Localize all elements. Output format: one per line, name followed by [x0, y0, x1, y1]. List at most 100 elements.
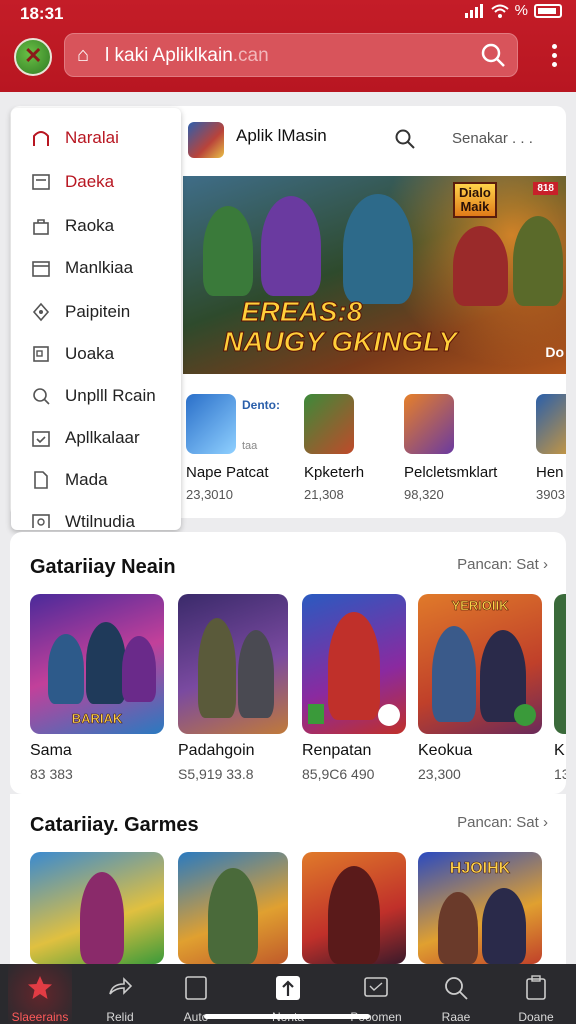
- search-bar[interactable]: ⌂ l kaki Apliklkain.can: [64, 33, 518, 77]
- game-tile-art: [302, 852, 406, 964]
- section-title: Gatariiay Neain: [30, 556, 176, 578]
- calendar-check-icon: [32, 431, 50, 447]
- game-tile[interactable]: BARIAK Sama 83 383: [30, 594, 164, 782]
- mini-app[interactable]: Dento: taa Nape Patcat 23,3010: [186, 394, 296, 502]
- nav-label: Raae: [441, 1010, 471, 1024]
- game-tile[interactable]: [178, 852, 288, 964]
- store-more-link[interactable]: Senakar . . .: [452, 130, 533, 147]
- hero-figure: [453, 226, 508, 306]
- share-icon: [109, 977, 133, 995]
- search-icon[interactable]: [479, 41, 507, 69]
- mini-app[interactable]: Pelcletsmklart 98,320: [404, 394, 514, 502]
- app-header: 18:31 % ⌂ l kaki Apliklkain.can: [0, 0, 576, 92]
- chevron-right-icon: ›: [543, 814, 548, 831]
- mini-app-icon: [186, 394, 236, 454]
- nav-item-clipboard[interactable]: Doane: [496, 964, 576, 1024]
- app-logo[interactable]: [14, 38, 52, 76]
- featured-banner[interactable]: Dialo Maik 818 EREAS:8 NAUGY GKINGLY Do: [183, 176, 566, 374]
- nav-item-share[interactable]: Relid: [80, 964, 160, 1024]
- drawer-item-label: Raoka: [65, 216, 115, 235]
- wifi-icon: [490, 4, 509, 18]
- drawer-item-bag[interactable]: Raoka: [11, 206, 181, 246]
- drawer-item-home[interactable]: Naralai: [11, 118, 181, 158]
- drawer-item-calendar-check[interactable]: Apllkalaar: [11, 418, 181, 458]
- mini-app-badge-2: taa: [242, 440, 258, 452]
- game-tile-stat: 13: [554, 766, 566, 782]
- game-tile-art: [178, 852, 288, 964]
- search-icon[interactable]: [394, 128, 416, 150]
- game-tile-stat: 23,300: [418, 766, 461, 782]
- status-time: 18:31: [20, 4, 64, 23]
- mini-app-stat: 98,320: [404, 487, 444, 502]
- status-icons: %: [464, 2, 562, 19]
- game-tile[interactable]: K 13: [554, 594, 566, 782]
- image-icon: [32, 514, 50, 528]
- nav-item-featured[interactable]: Slaeerains: [0, 964, 80, 1024]
- book-icon: [33, 346, 49, 362]
- badge-icon: [308, 704, 324, 724]
- mini-app-icon: [536, 394, 566, 454]
- more-menu-icon[interactable]: [552, 44, 558, 71]
- mini-app-name: Hen: [536, 464, 564, 481]
- drawer-item-location[interactable]: Paipitein: [11, 292, 181, 332]
- game-tile-art: [30, 852, 164, 964]
- game-tile-name: K: [554, 742, 565, 759]
- drawer-item-card[interactable]: Daeka: [11, 162, 181, 202]
- game-tile-art: HJOIHK: [418, 852, 542, 964]
- bag-icon: [33, 219, 49, 235]
- game-tile-art: YERIOIIK: [418, 594, 542, 734]
- game-tile[interactable]: Padahgoin S5,919 33.8: [178, 594, 288, 782]
- section-more-link[interactable]: Pancan: Sat ›: [457, 814, 548, 831]
- nav-label: Slaeerains: [11, 1010, 69, 1024]
- section-more-label: Pancan: Sat: [457, 814, 539, 831]
- game-tile-stat: 83 383: [30, 766, 73, 782]
- game-tile-art: [178, 594, 288, 734]
- drawer-item-book[interactable]: Uoaka: [11, 334, 181, 374]
- mini-app-stat: 21,308: [304, 487, 344, 502]
- banner-title-line2: NAUGY GKINGLY: [223, 326, 458, 358]
- nav-item-search[interactable]: Raae: [416, 964, 496, 1024]
- chevron-right-icon: ›: [543, 556, 548, 573]
- location-icon: [32, 302, 50, 322]
- battery-percent: %: [514, 2, 528, 19]
- nav-label: Doane: [518, 1010, 554, 1024]
- mini-app-stat: 3903: [536, 487, 565, 502]
- store-title: Aplik lMasin: [236, 126, 327, 145]
- hero-figure: [513, 216, 563, 306]
- drawer-item-image[interactable]: Wtilnudia: [11, 502, 181, 528]
- drawer-item-label: Naralai: [65, 128, 119, 147]
- mini-app[interactable]: Hen 3903: [536, 394, 566, 502]
- game-tile-name: Padahgoin: [178, 742, 255, 759]
- banner-corner-text: Do: [545, 344, 564, 360]
- section-more-link[interactable]: Pancan: Sat ›: [457, 556, 548, 573]
- drawer-item-label: Manlkiaa: [65, 258, 134, 277]
- soccer-icon: [378, 704, 400, 726]
- game-tile[interactable]: [302, 852, 406, 964]
- signal-icon: [464, 3, 483, 18]
- mini-app-name: Kpketerh: [304, 464, 365, 481]
- search-input[interactable]: l kaki Apliklkain.can: [105, 45, 269, 67]
- mini-app[interactable]: Kpketerh 21,308: [304, 394, 414, 502]
- game-tile[interactable]: YERIOIIK Keokua 23,300: [418, 594, 542, 782]
- drawer-item-label: Mada: [65, 470, 108, 489]
- section-title: Catariiay. Garmes: [30, 814, 199, 836]
- mini-app-row: Dento: taa Nape Patcat 23,3010 Kpketerh …: [186, 394, 566, 510]
- mini-app-icon: [304, 394, 354, 454]
- drawer-item-file[interactable]: Mada: [11, 460, 181, 500]
- game-tile-caption: HJOIHK: [449, 860, 511, 878]
- game-tile[interactable]: HJOIHK: [418, 852, 542, 964]
- mini-app-stat: 23,3010: [186, 487, 233, 502]
- banner-tag: 818: [533, 182, 558, 195]
- game-tile[interactable]: [30, 852, 164, 964]
- drawer-item-search[interactable]: Unplll Rcain: [11, 376, 181, 416]
- battery-icon: [534, 3, 562, 18]
- store-app-icon[interactable]: [188, 122, 224, 158]
- drawer-item-label: Apllkalaar: [65, 428, 140, 447]
- game-tile[interactable]: Renpatan 85,9C6 490: [302, 594, 406, 782]
- drawer-item-calendar[interactable]: Manlkiaa: [11, 248, 181, 288]
- mini-app-name: Pelcletsmklart: [404, 464, 498, 481]
- banner-badge-line1: Dialo: [459, 185, 491, 200]
- game-tile-art: [302, 594, 406, 734]
- game-tile-caption: BARIAK: [71, 711, 123, 727]
- banner-badge-line2: Maik: [460, 199, 490, 214]
